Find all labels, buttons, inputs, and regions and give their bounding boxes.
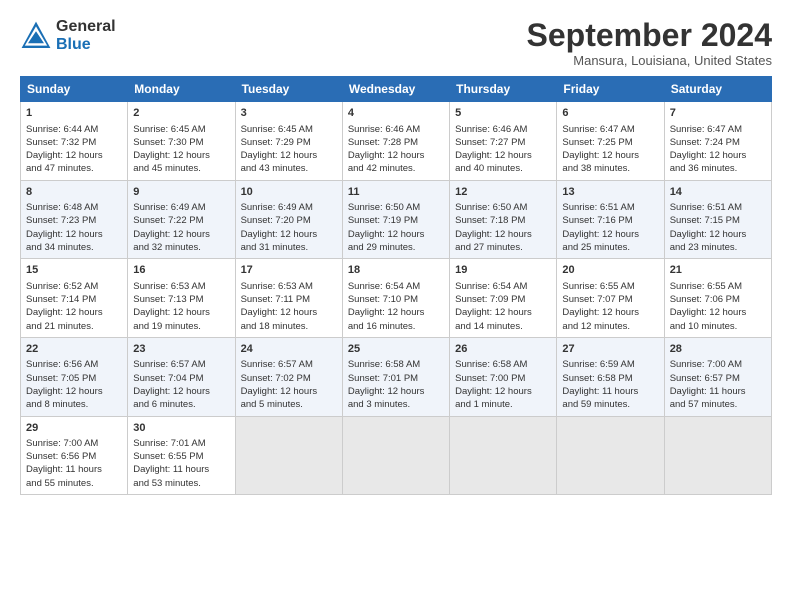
day-number: 18: [348, 263, 444, 278]
calendar-cell: 13Sunrise: 6:51 AMSunset: 7:16 PMDayligh…: [557, 180, 664, 259]
calendar-cell: 14Sunrise: 6:51 AMSunset: 7:15 PMDayligh…: [664, 180, 771, 259]
day-number: 19: [455, 263, 551, 278]
day-number: 24: [241, 342, 337, 357]
day-number: 12: [455, 185, 551, 200]
day-number: 7: [670, 106, 766, 121]
title-block: September 2024 Mansura, Louisiana, Unite…: [527, 18, 772, 68]
day-number: 21: [670, 263, 766, 278]
calendar-cell: 24Sunrise: 6:57 AMSunset: 7:02 PMDayligh…: [235, 337, 342, 416]
header-cell-tuesday: Tuesday: [235, 77, 342, 102]
calendar-cell: 23Sunrise: 6:57 AMSunset: 7:04 PMDayligh…: [128, 337, 235, 416]
calendar-cell: 27Sunrise: 6:59 AMSunset: 6:58 PMDayligh…: [557, 337, 664, 416]
calendar-cell: 6Sunrise: 6:47 AMSunset: 7:25 PMDaylight…: [557, 102, 664, 181]
header-cell-wednesday: Wednesday: [342, 77, 449, 102]
day-number: 11: [348, 185, 444, 200]
header-cell-friday: Friday: [557, 77, 664, 102]
calendar-cell: 17Sunrise: 6:53 AMSunset: 7:11 PMDayligh…: [235, 259, 342, 338]
header-cell-sunday: Sunday: [21, 77, 128, 102]
day-number: 5: [455, 106, 551, 121]
header: General Blue September 2024 Mansura, Lou…: [20, 18, 772, 68]
location: Mansura, Louisiana, United States: [527, 53, 772, 68]
calendar-cell: 7Sunrise: 6:47 AMSunset: 7:24 PMDaylight…: [664, 102, 771, 181]
day-number: 23: [133, 342, 229, 357]
calendar-body: 1Sunrise: 6:44 AMSunset: 7:32 PMDaylight…: [21, 102, 772, 495]
day-number: 8: [26, 185, 122, 200]
calendar-cell: [450, 416, 557, 495]
logo-icon: [20, 20, 52, 52]
calendar-header-row: SundayMondayTuesdayWednesdayThursdayFrid…: [21, 77, 772, 102]
logo-general: General: [56, 18, 116, 36]
calendar-page: General Blue September 2024 Mansura, Lou…: [0, 0, 792, 612]
day-number: 25: [348, 342, 444, 357]
calendar-cell: 21Sunrise: 6:55 AMSunset: 7:06 PMDayligh…: [664, 259, 771, 338]
calendar-cell: [235, 416, 342, 495]
calendar-cell: 11Sunrise: 6:50 AMSunset: 7:19 PMDayligh…: [342, 180, 449, 259]
day-number: 2: [133, 106, 229, 121]
day-number: 29: [26, 421, 122, 436]
day-number: 4: [348, 106, 444, 121]
calendar-week-2: 15Sunrise: 6:52 AMSunset: 7:14 PMDayligh…: [21, 259, 772, 338]
header-cell-thursday: Thursday: [450, 77, 557, 102]
calendar-week-3: 22Sunrise: 6:56 AMSunset: 7:05 PMDayligh…: [21, 337, 772, 416]
day-number: 10: [241, 185, 337, 200]
calendar-cell: 30Sunrise: 7:01 AMSunset: 6:55 PMDayligh…: [128, 416, 235, 495]
calendar-cell: 12Sunrise: 6:50 AMSunset: 7:18 PMDayligh…: [450, 180, 557, 259]
day-number: 9: [133, 185, 229, 200]
calendar-cell: 1Sunrise: 6:44 AMSunset: 7:32 PMDaylight…: [21, 102, 128, 181]
calendar-cell: [557, 416, 664, 495]
calendar-cell: 22Sunrise: 6:56 AMSunset: 7:05 PMDayligh…: [21, 337, 128, 416]
calendar-cell: 28Sunrise: 7:00 AMSunset: 6:57 PMDayligh…: [664, 337, 771, 416]
calendar-week-4: 29Sunrise: 7:00 AMSunset: 6:56 PMDayligh…: [21, 416, 772, 495]
calendar-cell: 20Sunrise: 6:55 AMSunset: 7:07 PMDayligh…: [557, 259, 664, 338]
logo-text: General Blue: [56, 18, 116, 53]
day-number: 27: [562, 342, 658, 357]
header-cell-monday: Monday: [128, 77, 235, 102]
day-number: 14: [670, 185, 766, 200]
calendar-table: SundayMondayTuesdayWednesdayThursdayFrid…: [20, 76, 772, 495]
day-number: 3: [241, 106, 337, 121]
calendar-cell: 10Sunrise: 6:49 AMSunset: 7:20 PMDayligh…: [235, 180, 342, 259]
calendar-cell: 26Sunrise: 6:58 AMSunset: 7:00 PMDayligh…: [450, 337, 557, 416]
calendar-week-1: 8Sunrise: 6:48 AMSunset: 7:23 PMDaylight…: [21, 180, 772, 259]
calendar-cell: [664, 416, 771, 495]
calendar-week-0: 1Sunrise: 6:44 AMSunset: 7:32 PMDaylight…: [21, 102, 772, 181]
calendar-cell: 4Sunrise: 6:46 AMSunset: 7:28 PMDaylight…: [342, 102, 449, 181]
calendar-cell: 18Sunrise: 6:54 AMSunset: 7:10 PMDayligh…: [342, 259, 449, 338]
calendar-cell: 9Sunrise: 6:49 AMSunset: 7:22 PMDaylight…: [128, 180, 235, 259]
calendar-cell: 3Sunrise: 6:45 AMSunset: 7:29 PMDaylight…: [235, 102, 342, 181]
day-number: 26: [455, 342, 551, 357]
calendar-cell: 15Sunrise: 6:52 AMSunset: 7:14 PMDayligh…: [21, 259, 128, 338]
day-number: 22: [26, 342, 122, 357]
month-title: September 2024: [527, 18, 772, 53]
day-number: 1: [26, 106, 122, 121]
day-number: 30: [133, 421, 229, 436]
calendar-cell: 2Sunrise: 6:45 AMSunset: 7:30 PMDaylight…: [128, 102, 235, 181]
calendar-cell: 16Sunrise: 6:53 AMSunset: 7:13 PMDayligh…: [128, 259, 235, 338]
calendar-cell: 5Sunrise: 6:46 AMSunset: 7:27 PMDaylight…: [450, 102, 557, 181]
day-number: 17: [241, 263, 337, 278]
day-number: 28: [670, 342, 766, 357]
day-number: 15: [26, 263, 122, 278]
calendar-cell: [342, 416, 449, 495]
day-number: 6: [562, 106, 658, 121]
calendar-cell: 25Sunrise: 6:58 AMSunset: 7:01 PMDayligh…: [342, 337, 449, 416]
calendar-cell: 29Sunrise: 7:00 AMSunset: 6:56 PMDayligh…: [21, 416, 128, 495]
calendar-cell: 8Sunrise: 6:48 AMSunset: 7:23 PMDaylight…: [21, 180, 128, 259]
header-cell-saturday: Saturday: [664, 77, 771, 102]
logo: General Blue: [20, 18, 116, 53]
day-number: 13: [562, 185, 658, 200]
calendar-cell: 19Sunrise: 6:54 AMSunset: 7:09 PMDayligh…: [450, 259, 557, 338]
day-number: 20: [562, 263, 658, 278]
day-number: 16: [133, 263, 229, 278]
logo-blue: Blue: [56, 36, 116, 54]
